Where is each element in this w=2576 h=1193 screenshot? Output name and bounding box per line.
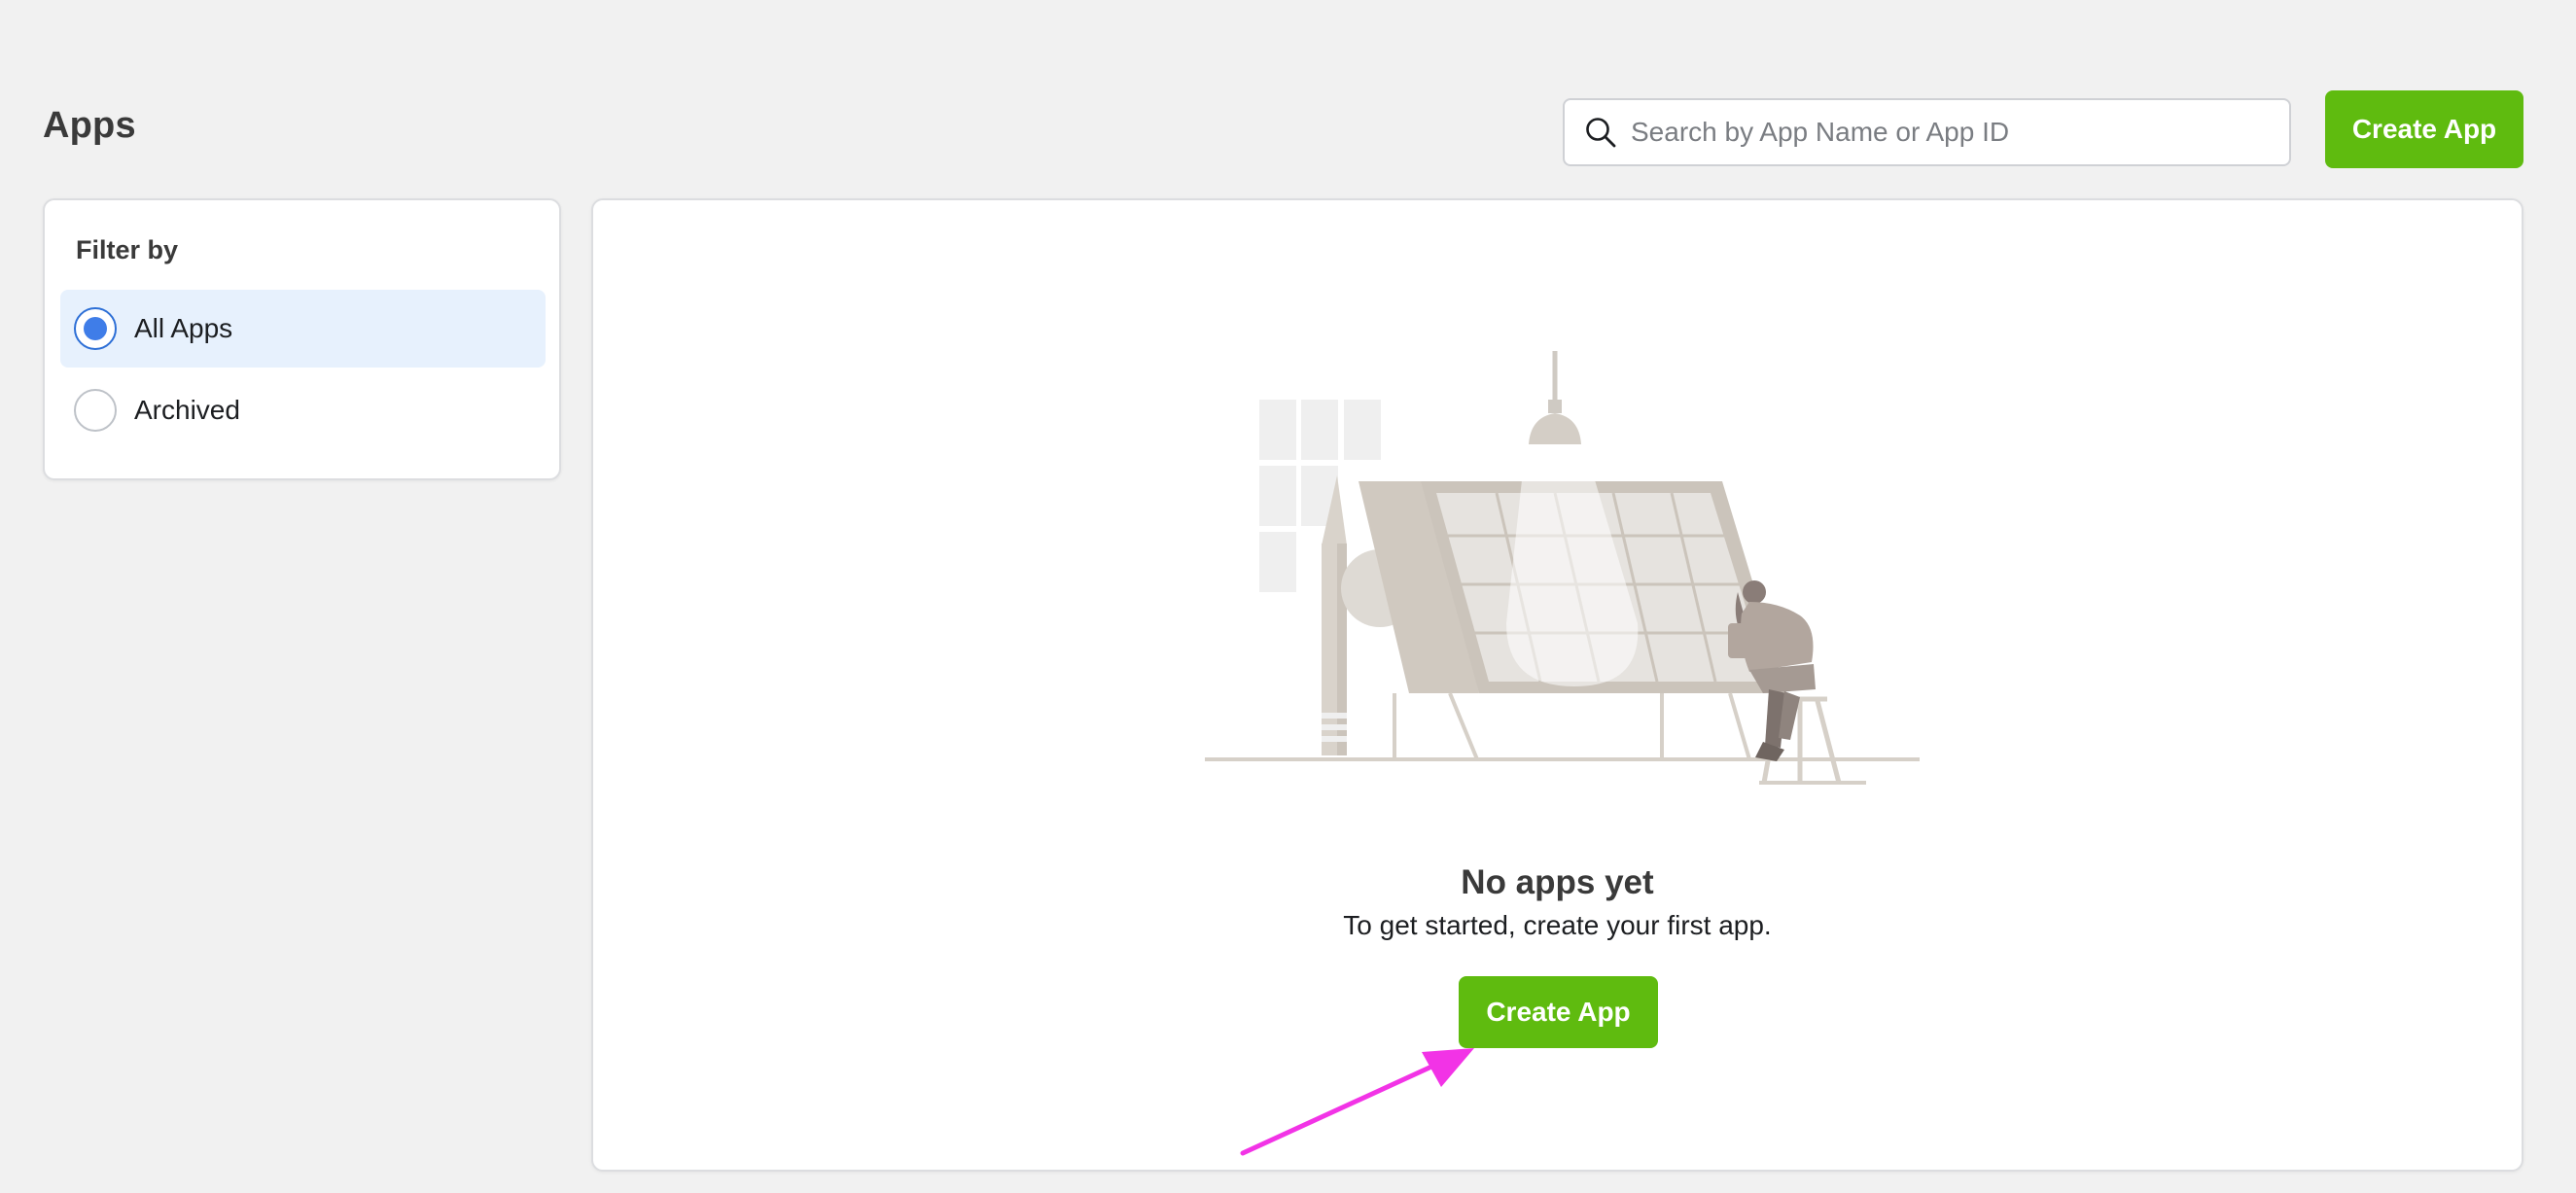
filter-option-all-apps[interactable]: All Apps (60, 290, 546, 368)
filter-panel: Filter by All Apps Archived (43, 198, 561, 480)
radio-dot (84, 317, 107, 340)
empty-state-illustration (1205, 351, 1920, 785)
filter-option-label: Archived (134, 395, 240, 425)
empty-state-subtitle: To get started, create your first app. (1343, 910, 1772, 940)
radio-archived[interactable] (74, 389, 117, 432)
radio-all-apps[interactable] (74, 307, 117, 350)
annotation-arrow-icon (1240, 1048, 1474, 1156)
filter-option-archived[interactable]: Archived (60, 371, 546, 449)
filter-option-label: All Apps (134, 313, 233, 343)
search-input[interactable] (1631, 117, 2263, 148)
create-app-button[interactable]: Create App (1459, 976, 1658, 1048)
page-title: Apps (43, 105, 136, 146)
apps-content-panel: No apps yet To get started, create your … (591, 198, 2523, 1172)
search-icon (1586, 118, 1616, 148)
search-box[interactable] (1563, 98, 2291, 166)
filter-title: Filter by (76, 235, 179, 264)
create-app-header-button[interactable]: Create App (2325, 90, 2523, 168)
empty-state-title: No apps yet (1461, 863, 1654, 901)
